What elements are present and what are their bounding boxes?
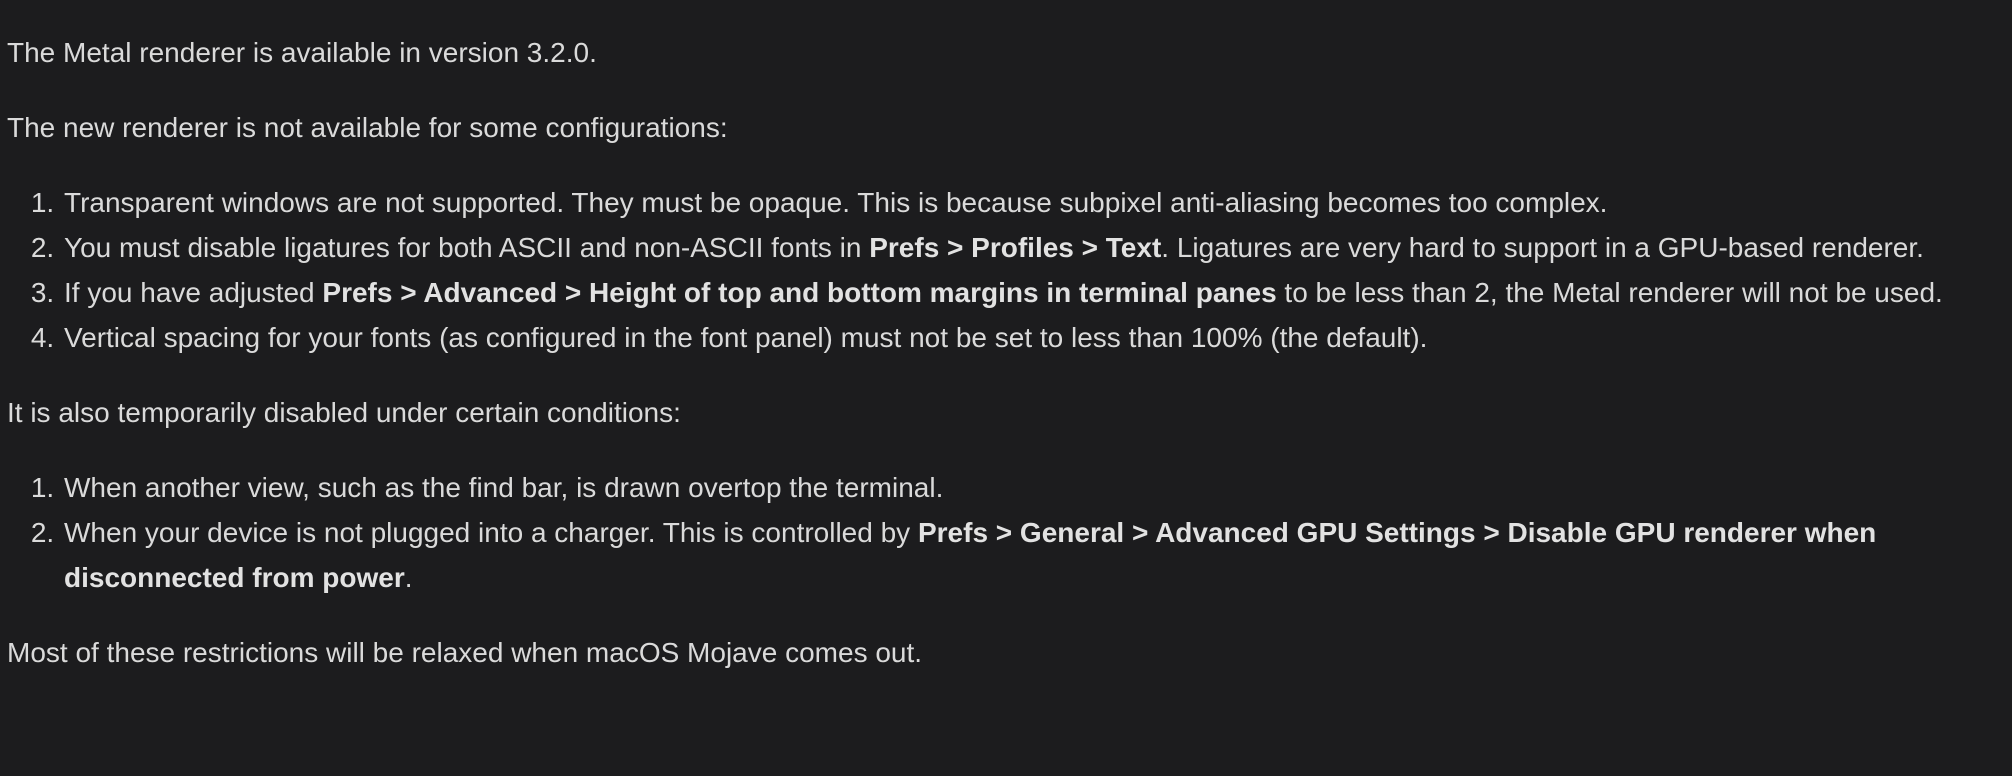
configuration-item-ligatures: You must disable ligatures for both ASCI… [62,225,1997,270]
conditions-paragraph: It is also temporarily disabled under ce… [7,397,681,428]
item-text: When another view, such as the find bar,… [64,472,944,503]
condition-item-overlay-view: When another view, such as the find bar,… [62,465,1997,510]
configurations-list: Transparent windows are not supported. T… [7,180,1997,360]
configuration-item-margins: If you have adjusted Prefs > Advanced > … [62,270,1997,315]
item-text: . [404,562,413,593]
item-text: If you have adjusted [64,277,323,308]
item-text: When your device is not plugged into a c… [64,517,918,548]
item-text: Transparent windows are not supported. T… [64,187,1608,218]
prefs-path: Prefs > Profiles > Text [869,232,1162,263]
configuration-item-transparency: Transparent windows are not supported. T… [62,180,1997,225]
item-text: Vertical spacing for your fonts (as conf… [64,322,1428,353]
item-text: You must disable ligatures for both ASCI… [64,232,870,263]
closing-paragraph: Most of these restrictions will be relax… [7,637,923,668]
prefs-path: Prefs > Advanced > Height of top and bot… [322,277,1277,308]
item-text: . Ligatures are very hard to support in … [1161,232,1924,263]
condition-item-charger: When your device is not plugged into a c… [62,510,1997,600]
item-text: to be less than 2, the Metal renderer wi… [1276,277,1943,308]
configurations-paragraph: The new renderer is not available for so… [7,112,728,143]
conditions-list: When another view, such as the find bar,… [7,465,1997,600]
configuration-item-vertical-spacing: Vertical spacing for your fonts (as conf… [62,315,1997,360]
document-body: The Metal renderer is available in versi… [7,30,1997,705]
intro-paragraph: The Metal renderer is available in versi… [7,37,597,68]
